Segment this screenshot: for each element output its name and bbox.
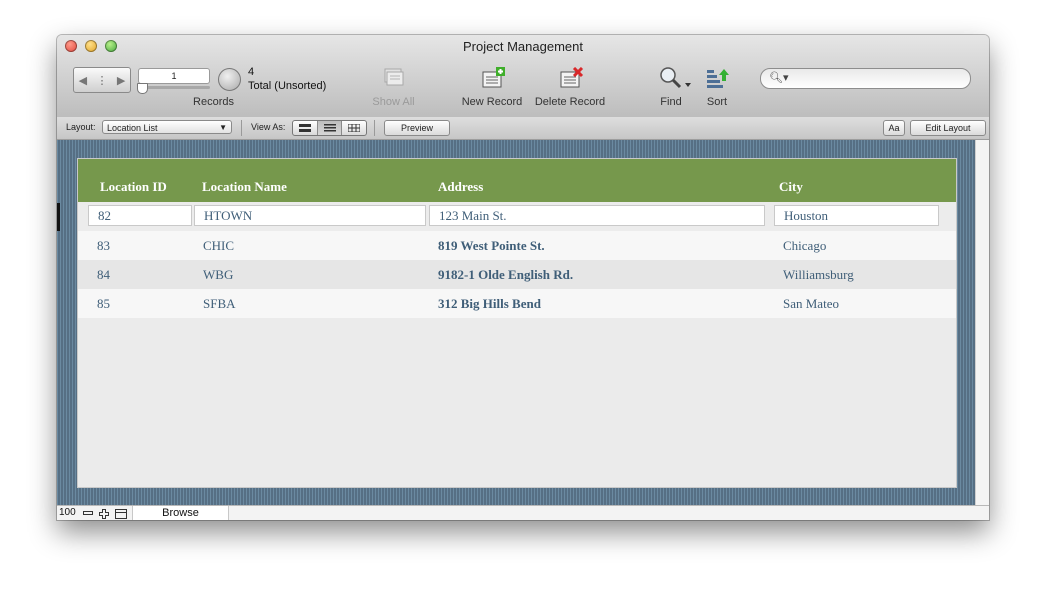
search-icon[interactable]: 🔍︎▾	[769, 71, 789, 84]
address-value[interactable]: 312 Big Hills Bend	[438, 296, 541, 312]
table-row[interactable]: 84 WBG 9182-1 Olde English Rd. Williamsb…	[78, 260, 956, 289]
divider	[241, 120, 242, 136]
location-name-value[interactable]: SFBA	[203, 296, 236, 312]
sort-button[interactable]: Sort	[702, 96, 732, 108]
current-record-field[interactable]: 1	[138, 68, 210, 84]
preview-button[interactable]: Preview	[384, 120, 450, 136]
vertical-scrollbar[interactable]	[975, 140, 989, 505]
records-label: Records	[193, 96, 234, 108]
show-all-button[interactable]: Show All	[366, 96, 421, 108]
previous-record-icon[interactable]: ◀	[79, 74, 87, 87]
location-name-field[interactable]: HTOWN	[194, 205, 426, 226]
location-name-value[interactable]: CHIC	[203, 238, 234, 254]
table-row[interactable]: 83 CHIC 819 West Pointe St. Chicago	[78, 231, 956, 260]
zoom-in-icon[interactable]	[99, 509, 109, 520]
address-value[interactable]: 9182-1 Olde English Rd.	[438, 267, 573, 283]
layout-label: Layout:	[66, 122, 96, 132]
mode-popup[interactable]: Browse	[132, 506, 229, 520]
find-button[interactable]: Find	[656, 96, 686, 108]
notebook-icon: ⋮	[96, 74, 108, 87]
city-value[interactable]: Williamsburg	[783, 267, 854, 283]
toolbar: Project Management ◀ ⋮ ▶ 1 Records 4 Tot…	[57, 35, 989, 118]
quick-find-search-input[interactable]: 🔍︎▾	[760, 68, 971, 89]
city-value[interactable]: Chicago	[783, 238, 826, 254]
app-window: Project Management ◀ ⋮ ▶ 1 Records 4 Tot…	[57, 35, 989, 520]
record-nav-arrows-icon[interactable]: ◀ ⋮ ▶	[73, 67, 131, 93]
find-icon[interactable]	[658, 66, 692, 90]
layout-bar: Layout: Location List ▼ View As: Preview…	[57, 117, 989, 140]
toggle-toolbar-icon[interactable]	[115, 509, 127, 520]
table-header: Location ID Location Name Address City	[78, 159, 956, 202]
show-all-icon[interactable]	[382, 67, 406, 89]
found-set-pie-icon	[218, 68, 241, 91]
table-view-icon[interactable]	[342, 121, 366, 135]
location-id-field[interactable]: 82	[88, 205, 192, 226]
format-bar-button[interactable]: Aa	[883, 120, 905, 136]
layout-select[interactable]: Location List ▼	[102, 120, 232, 134]
record-slider[interactable]	[138, 86, 210, 89]
location-id-value[interactable]: 84	[97, 267, 110, 283]
location-id-value[interactable]: 85	[97, 296, 110, 312]
sort-icon[interactable]	[705, 67, 731, 89]
view-as-label: View As:	[251, 122, 286, 132]
table-row[interactable]: 85 SFBA 312 Big Hills Bend San Mateo	[78, 289, 956, 318]
location-name-value[interactable]: WBG	[203, 267, 233, 283]
layout-select-value: Location List	[107, 123, 158, 133]
record-slider-thumb[interactable]	[137, 83, 148, 94]
column-header-address: Address	[438, 179, 484, 194]
city-field[interactable]: Houston	[774, 205, 939, 226]
form-view-icon[interactable]	[293, 121, 318, 135]
table-row[interactable]: 82 HTOWN 123 Main St. Houston	[78, 202, 956, 231]
address-value[interactable]: 819 West Pointe St.	[438, 238, 545, 254]
active-record-indicator	[57, 203, 60, 231]
delete-record-icon[interactable]	[559, 67, 585, 91]
found-count: 4	[248, 66, 255, 78]
column-header-location-name: Location Name	[202, 179, 287, 194]
delete-record-button[interactable]: Delete Record	[531, 96, 609, 108]
zoom-level[interactable]: 100	[59, 507, 76, 518]
sort-status: Total (Unsorted)	[248, 80, 327, 92]
column-header-city: City	[779, 179, 803, 194]
edit-layout-button[interactable]: Edit Layout	[910, 120, 986, 136]
list-layout-card: Location ID Location Name Address City 8…	[77, 158, 957, 488]
location-id-value[interactable]: 83	[97, 238, 110, 254]
view-as-segmented-control[interactable]	[292, 120, 367, 136]
divider	[374, 120, 375, 136]
new-record-icon[interactable]	[481, 67, 507, 91]
column-header-location-id: Location ID	[100, 179, 167, 194]
list-view-icon[interactable]	[317, 121, 343, 135]
new-record-button[interactable]: New Record	[457, 96, 527, 108]
city-value[interactable]: San Mateo	[783, 296, 839, 312]
address-field[interactable]: 123 Main St.	[429, 205, 765, 226]
window-title: Project Management	[463, 39, 583, 54]
status-bar: 100 Browse	[57, 505, 989, 520]
zoom-out-icon[interactable]	[83, 509, 93, 519]
chevron-down-icon: ▼	[219, 123, 227, 132]
next-record-icon[interactable]: ▶	[117, 74, 125, 87]
